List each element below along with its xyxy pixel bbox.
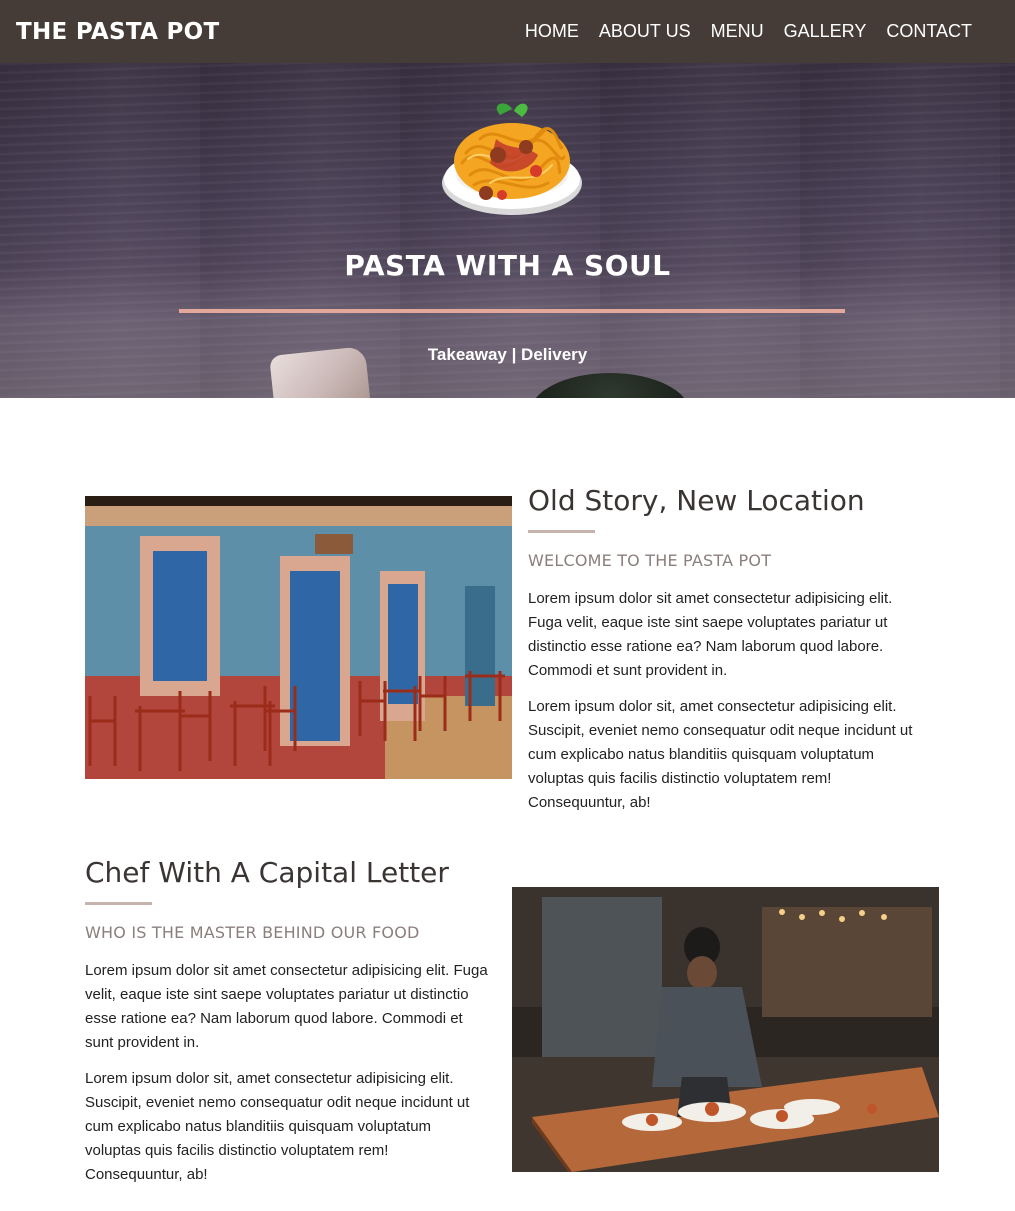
nav-link-menu[interactable]: MENU <box>711 21 764 42</box>
nav-link-gallery[interactable]: GALLERY <box>784 21 867 42</box>
section-paragraph: Lorem ipsum dolor sit, amet consectetur … <box>85 1070 470 1183</box>
spaghetti-plate-icon <box>442 103 582 215</box>
section-heading-underline <box>528 530 595 533</box>
brand-logo-text[interactable]: THE PASTA POT <box>16 19 219 45</box>
nav-link-about-us[interactable]: ABOUT US <box>599 21 691 42</box>
chef-photo <box>512 887 939 1172</box>
section-heading: Old Story, New Location <box>528 484 865 517</box>
section-paragraph: Lorem ipsum dolor sit amet consectetur a… <box>85 962 488 1051</box>
section-paragraph: Lorem ipsum dolor sit, amet consectetur … <box>528 698 913 811</box>
section-heading-underline <box>85 902 152 905</box>
hero-title: PASTA WITH A SOUL <box>344 249 671 282</box>
hero-divider <box>179 309 845 313</box>
section-subheading: WELCOME TO THE PASTA POT <box>528 551 772 570</box>
hero-board-edge <box>0 268 1015 398</box>
nav-link-contact[interactable]: CONTACT <box>886 21 972 42</box>
nav-links: HOME ABOUT US MENU GALLERY CONTACT <box>505 21 972 42</box>
section-subheading: WHO IS THE MASTER BEHIND OUR FOOD <box>85 923 420 942</box>
hero-banner: PASTA WITH A SOUL Takeaway | Delivery <box>0 63 1015 398</box>
nav-link-home[interactable]: HOME <box>525 21 579 42</box>
hero-subtitle: Takeaway | Delivery <box>427 345 588 364</box>
section-paragraph: Lorem ipsum dolor sit amet consectetur a… <box>528 590 893 679</box>
restaurant-exterior-photo <box>85 496 512 779</box>
navbar: THE PASTA POT HOME ABOUT US MENU GALLERY… <box>0 0 1015 63</box>
section-heading: Chef With A Capital Letter <box>85 856 449 889</box>
